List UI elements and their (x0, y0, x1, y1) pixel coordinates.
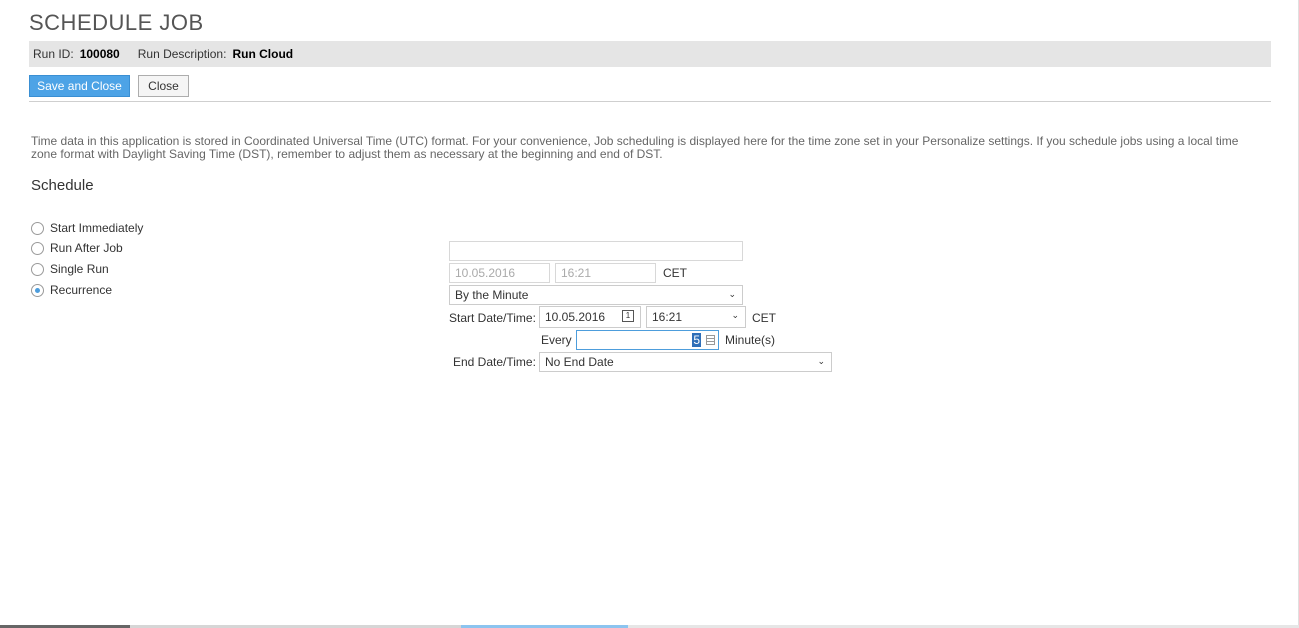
run-description-label: Run Description: (137, 47, 227, 61)
run-id-value: 100080 (79, 47, 120, 61)
radio-button[interactable] (31, 241, 44, 255)
run-id-label: Run ID: (33, 47, 74, 61)
radio-label: Single Run (50, 262, 109, 276)
save-and-close-button[interactable]: Save and Close (29, 75, 130, 97)
spinner-icon[interactable] (706, 335, 715, 345)
radio-selected-dot (35, 287, 40, 293)
single-run-time-input[interactable]: 16:21 (555, 263, 656, 283)
end-datetime-select[interactable]: No End Date ⌄ (539, 352, 832, 372)
radio-recurrence[interactable]: Recurrence (31, 282, 112, 298)
utc-notice-text: Time data in this application is stored … (31, 134, 1239, 161)
radio-label: Run After Job (50, 241, 123, 255)
every-interval-stepper[interactable]: 5 (576, 330, 719, 350)
radio-button[interactable] (31, 262, 44, 276)
chevron-down-icon: ⌄ (731, 310, 739, 320)
single-run-timezone: CET (663, 266, 687, 280)
start-date-input[interactable]: 10.05.2016 1 (539, 306, 641, 328)
schedule-job-page: SCHEDULE JOB Run ID: 100080 Run Descript… (0, 0, 1299, 628)
every-interval-value: 5 (692, 333, 701, 347)
radio-start-immediately[interactable]: Start Immediately (31, 220, 143, 236)
start-datetime-label: Start Date/Time: (449, 311, 536, 325)
radio-label: Start Immediately (50, 221, 144, 235)
recurrence-type-value: By the Minute (455, 288, 529, 302)
close-button[interactable]: Close (138, 75, 189, 97)
single-run-date-input[interactable]: 10.05.2016 (449, 263, 550, 283)
calendar-icon[interactable]: 1 (622, 310, 634, 322)
toolbar-divider (29, 101, 1271, 102)
every-label: Every (541, 333, 572, 347)
chevron-down-icon: ⌄ (728, 289, 736, 299)
start-date-value: 10.05.2016 (545, 310, 606, 324)
radio-label: Recurrence (50, 283, 113, 297)
radio-button[interactable] (31, 221, 44, 235)
start-timezone: CET (752, 311, 776, 325)
every-unit-label: Minute(s) (725, 333, 776, 347)
recurrence-type-select[interactable]: By the Minute ⌄ (449, 285, 743, 305)
page-title: SCHEDULE JOB (29, 10, 204, 35)
end-datetime-value: No End Date (545, 355, 614, 369)
run-description-value: Run Cloud (232, 47, 294, 61)
start-time-select[interactable]: 16:21 ⌄ (646, 306, 746, 328)
chevron-down-icon: ⌄ (817, 356, 825, 366)
radio-single-run[interactable]: Single Run (31, 261, 109, 277)
schedule-section-title: Schedule (31, 177, 94, 194)
radio-button-selected[interactable] (31, 283, 44, 297)
start-time-value: 16:21 (652, 310, 683, 324)
run-info-bar: Run ID: 100080 Run Description: Run Clou… (29, 41, 1271, 67)
end-datetime-label: End Date/Time: (453, 355, 536, 369)
run-after-job-input[interactable] (449, 241, 743, 261)
radio-run-after-job[interactable]: Run After Job (31, 240, 123, 256)
